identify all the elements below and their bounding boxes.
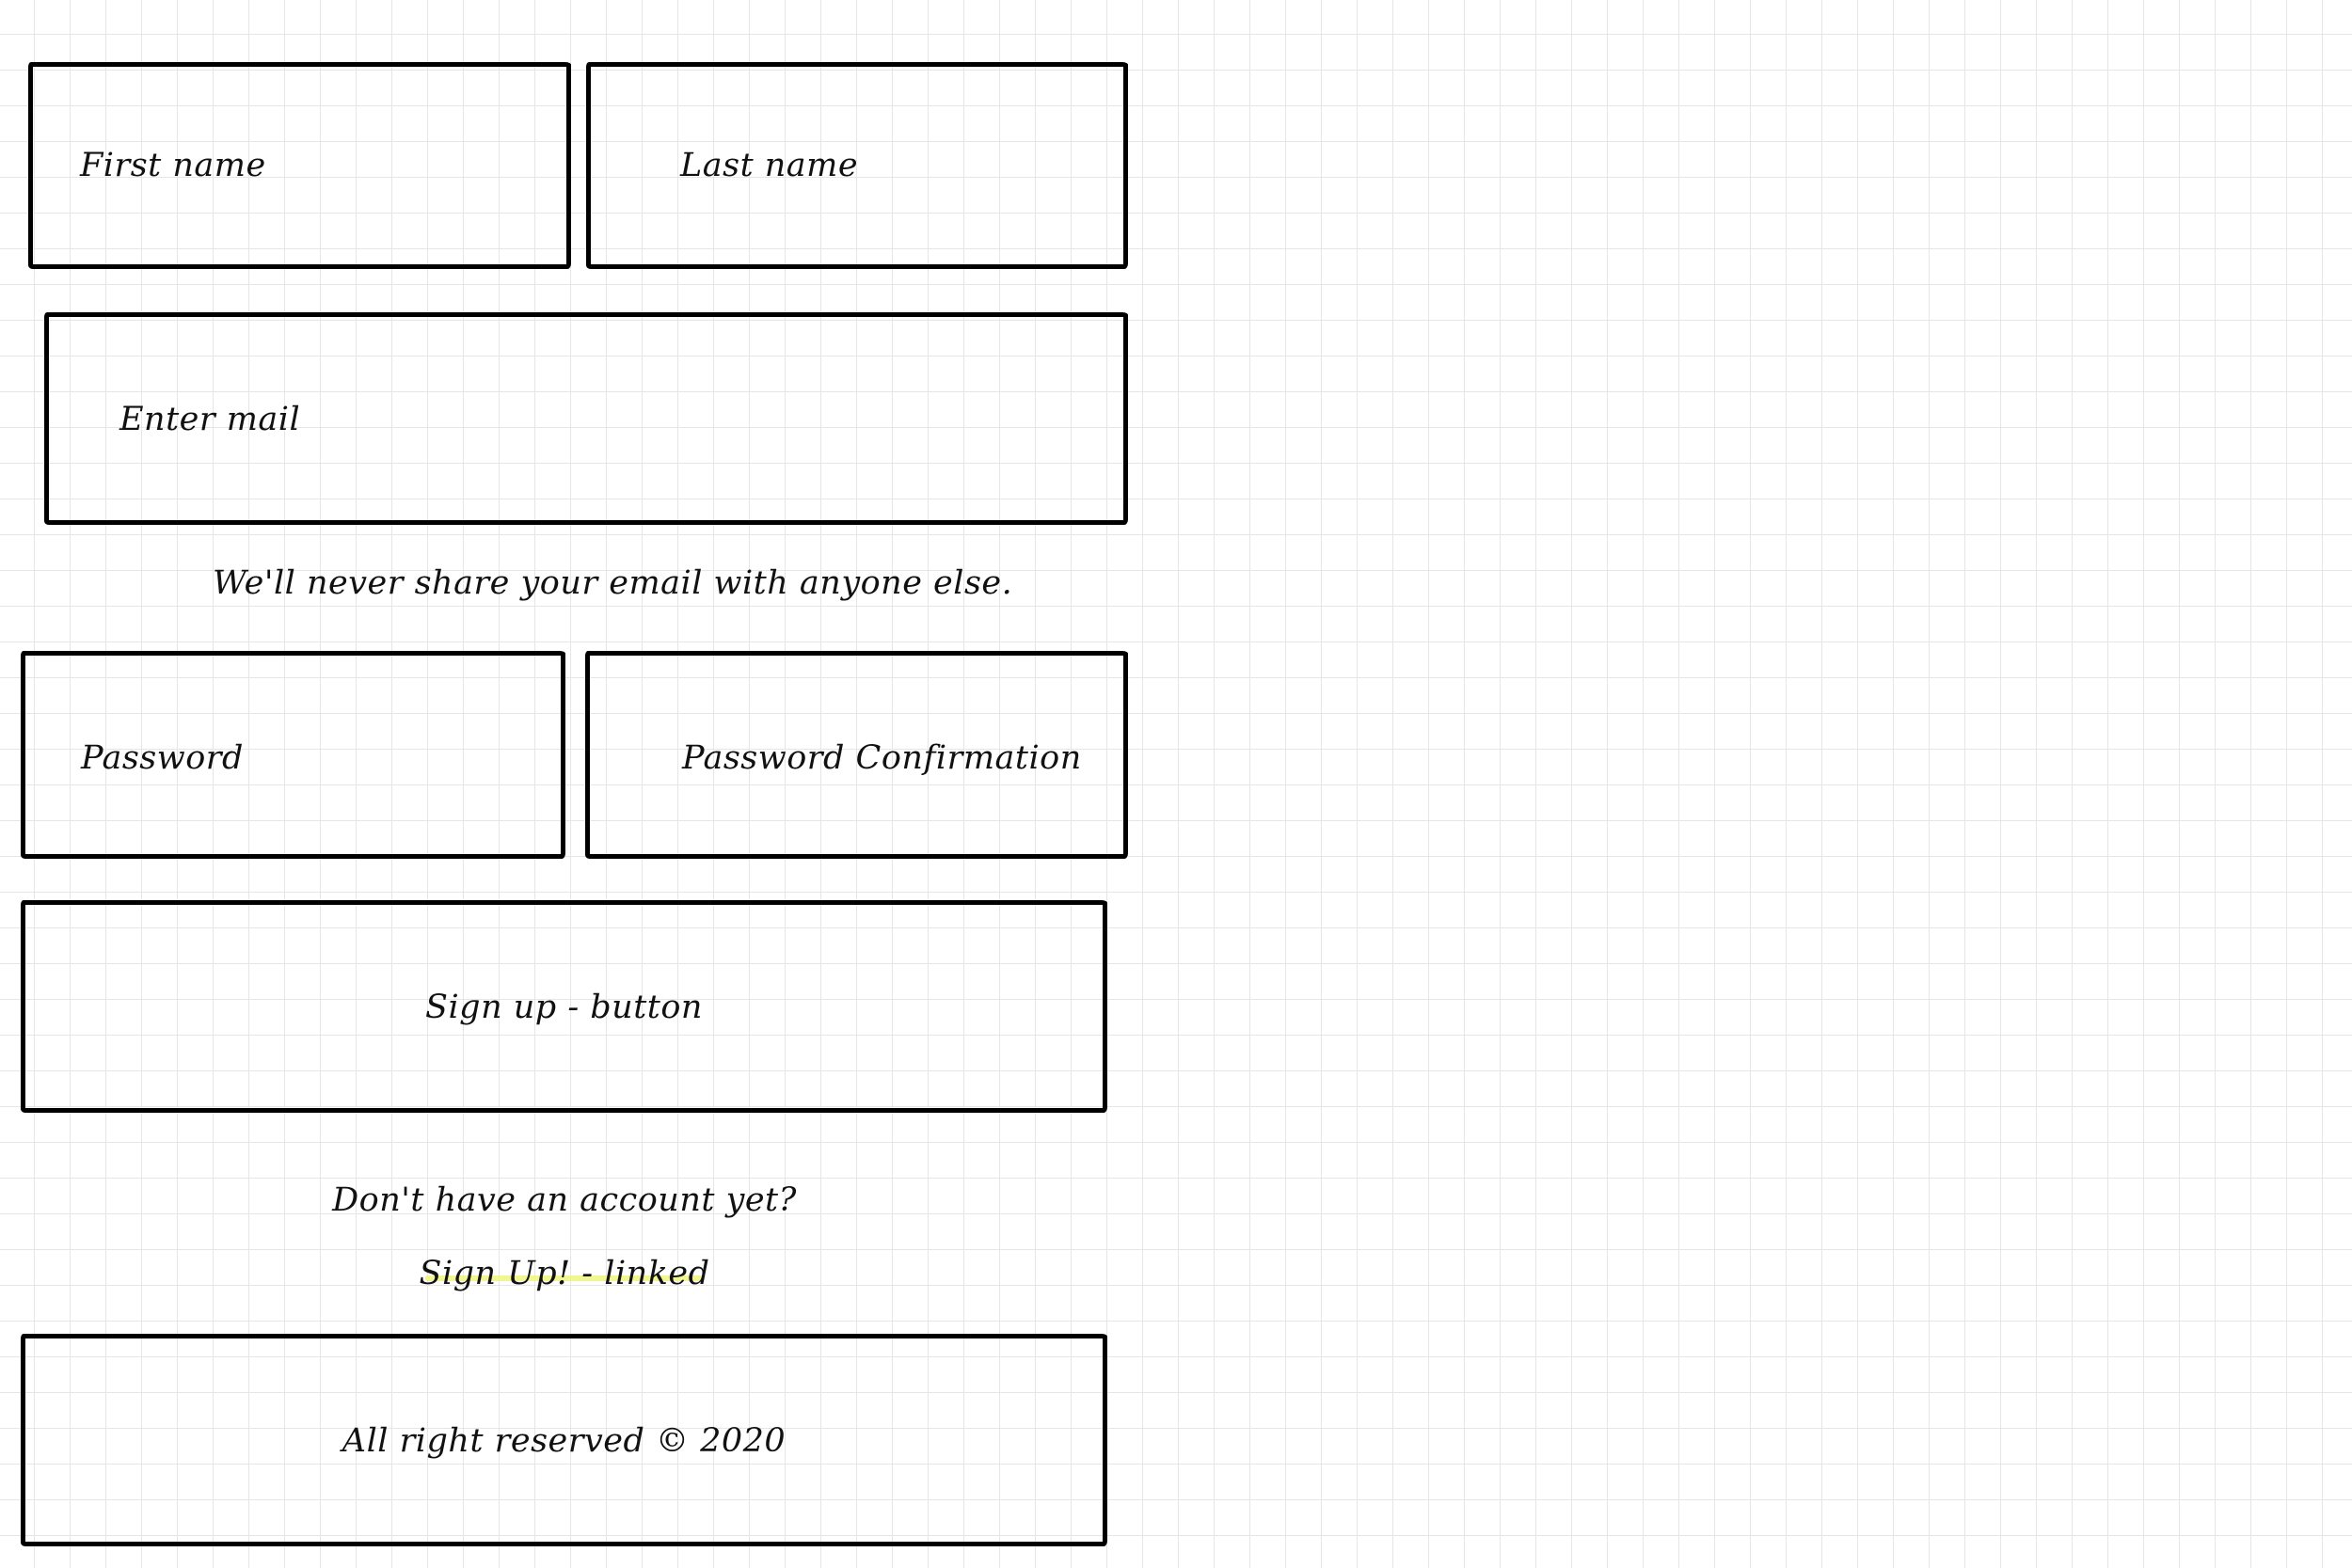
- last-name-placeholder: Last name: [680, 147, 859, 184]
- password-confirmation-field[interactable]: Password Confirmation: [585, 651, 1128, 859]
- footer: All right reserved © 2020: [21, 1334, 1107, 1546]
- password-confirmation-placeholder: Password Confirmation: [682, 739, 1082, 777]
- account-prompt-question: Don't have an account yet?: [332, 1181, 797, 1219]
- password-field[interactable]: Password: [21, 651, 565, 859]
- first-name-placeholder: First name: [80, 147, 266, 184]
- footer-text: All right reserved © 2020: [342, 1422, 787, 1460]
- first-name-field[interactable]: First name: [28, 62, 571, 269]
- email-placeholder: Enter mail: [119, 401, 301, 438]
- email-help-text: We'll never share your email with anyone…: [213, 564, 1013, 602]
- last-name-field[interactable]: Last name: [586, 62, 1128, 269]
- password-placeholder: Password: [81, 739, 244, 777]
- sign-up-link[interactable]: Sign Up! - linked: [419, 1258, 709, 1291]
- sign-up-button[interactable]: Sign up - button: [21, 900, 1107, 1113]
- sign-up-button-label: Sign up - button: [425, 989, 703, 1026]
- email-field[interactable]: Enter mail: [44, 312, 1128, 525]
